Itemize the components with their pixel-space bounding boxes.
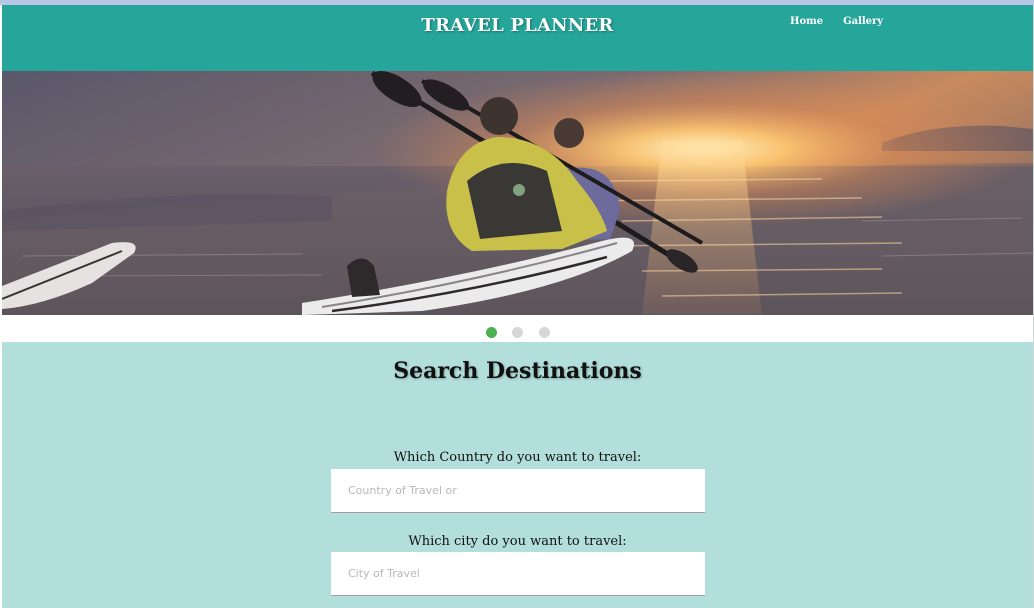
country-input[interactable] [331, 469, 705, 513]
city-input[interactable] [331, 552, 705, 596]
city-label: Which city do you want to travel: [408, 534, 627, 549]
nav-links: Home Gallery [790, 16, 883, 27]
hero-image [2, 71, 1033, 315]
carousel-dot-3[interactable] [539, 327, 550, 338]
country-label: Which Country do you want to travel: [393, 450, 642, 465]
search-title: Search Destinations [393, 358, 642, 384]
nav-link-home[interactable]: Home [790, 16, 823, 27]
travel-planner-page: TRAVEL PLANNER Home Gallery Search Desti… [0, 0, 1034, 608]
carousel-dot-1[interactable] [486, 327, 497, 338]
hero-carousel[interactable] [2, 71, 1033, 315]
nav-link-gallery[interactable]: Gallery [843, 16, 883, 27]
carousel-indicators [2, 315, 1033, 342]
carousel-dot-2[interactable] [512, 327, 523, 338]
search-section: Search Destinations Which Country do you… [2, 342, 1033, 608]
navbar: TRAVEL PLANNER Home Gallery [2, 5, 1033, 71]
